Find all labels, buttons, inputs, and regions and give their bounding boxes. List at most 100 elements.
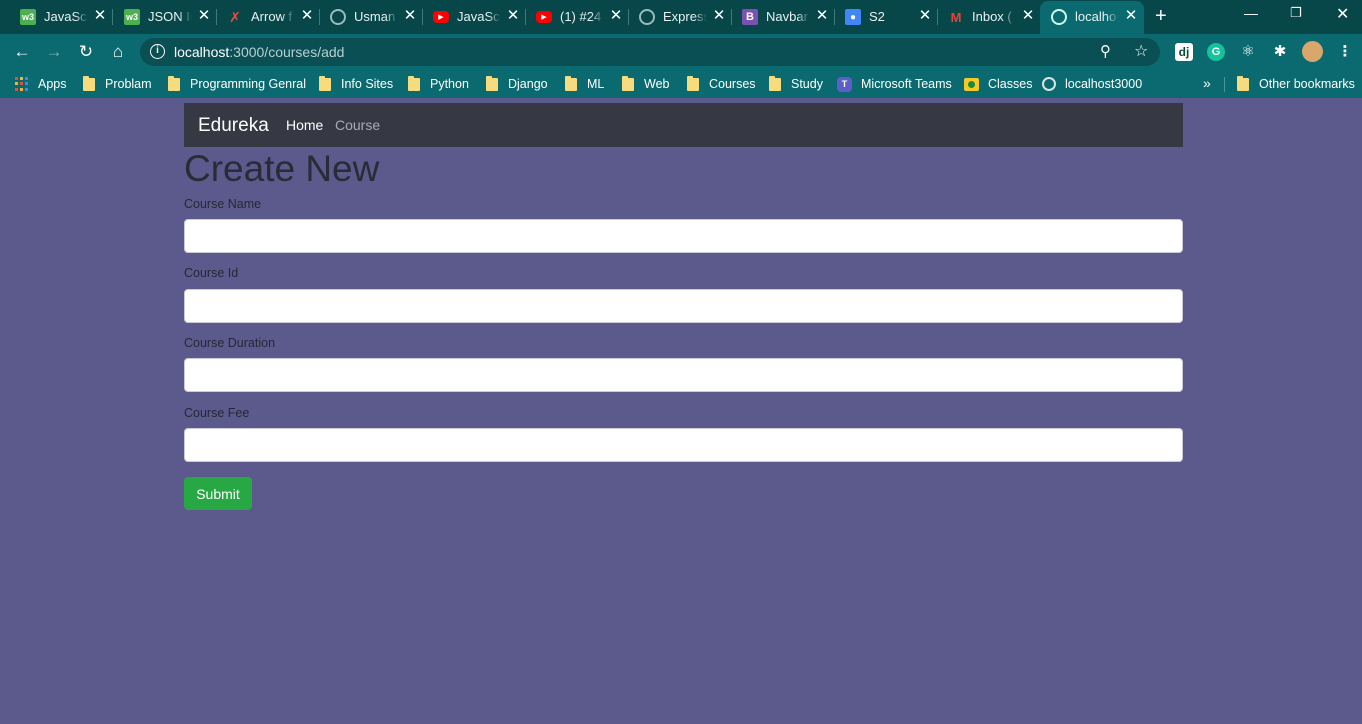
folder-icon [83, 75, 95, 91]
other-bookmarks[interactable]: Other bookmarks [1237, 75, 1355, 92]
bookmark-folder[interactable]: Study [769, 75, 823, 92]
course-name-input[interactable] [184, 219, 1183, 253]
close-tab-icon[interactable]: ✕ [711, 6, 727, 24]
w3schools-icon: w3 [20, 9, 36, 25]
close-tab-icon[interactable]: ✕ [814, 6, 830, 24]
folder-icon [168, 75, 180, 91]
folder-icon [565, 75, 577, 91]
classroom-icon [964, 77, 979, 91]
bookmark-localhost3000[interactable]: localhost3000 [1042, 76, 1142, 92]
browser-tab[interactable]: ✗ Arrow f ✕ [227, 6, 317, 28]
url-text[interactable]: localhost:3000/courses/add [174, 44, 344, 60]
home-icon[interactable]: ⌂ [108, 42, 128, 62]
bookmark-folder[interactable]: Web [622, 75, 669, 92]
navbar-brand[interactable]: Edureka [198, 115, 269, 137]
tab-separator [937, 9, 938, 25]
bookmarks-overflow-icon[interactable]: » [1203, 75, 1211, 91]
page-title: Create New [184, 148, 380, 189]
tab-separator [216, 9, 217, 25]
nav-link-course[interactable]: Course [335, 117, 380, 133]
teams-icon: T [837, 76, 852, 92]
tab-separator [112, 9, 113, 25]
bookmarks-separator [1224, 77, 1225, 92]
browser-tab-strip: w3 JavaScr ✕ w3 JSON Ir ✕ ✗ Arrow f ✕ Us… [0, 0, 1362, 34]
bookmark-folder[interactable]: Programming Genral [168, 75, 306, 92]
folder-icon [1237, 75, 1249, 91]
globe-icon [639, 9, 655, 25]
close-tab-icon[interactable]: ✕ [608, 6, 624, 24]
new-tab-icon[interactable]: + [1155, 6, 1167, 26]
site-info-icon[interactable]: i [150, 44, 165, 59]
close-tab-icon[interactable]: ✕ [1020, 6, 1036, 24]
folder-icon [408, 75, 420, 91]
browser-tab[interactable]: Express ✕ [639, 6, 729, 28]
browser-tab[interactable]: w3 JavaScr ✕ [20, 6, 110, 28]
course-fee-input[interactable] [184, 428, 1183, 462]
submit-button[interactable]: Submit [184, 477, 252, 510]
zoom-icon[interactable]: ⚲ [1100, 42, 1111, 60]
close-tab-icon[interactable]: ✕ [917, 6, 933, 24]
bookmark-folder[interactable]: Python [408, 75, 469, 92]
browser-tab[interactable]: ● S2 ✕ [845, 6, 935, 28]
restore-icon[interactable]: ❐ [1290, 5, 1302, 21]
youtube-icon: ▶ [433, 11, 449, 23]
tab-separator [525, 9, 526, 25]
close-window-icon[interactable]: ✕ [1336, 4, 1349, 24]
browser-tab[interactable]: ▶ (1) #24 ✕ [536, 6, 626, 28]
bookmark-apps[interactable]: Apps [15, 76, 67, 92]
browser-tab[interactable]: B Navbar ✕ [742, 6, 832, 28]
bookmark-microsoft-teams[interactable]: T Microsoft Teams [837, 76, 952, 92]
forward-icon[interactable]: → [44, 42, 64, 62]
bookmark-classes[interactable]: Classes [964, 76, 1032, 92]
course-duration-input[interactable] [184, 358, 1183, 392]
browser-tab[interactable]: ▶ JavaScr ✕ [433, 6, 523, 28]
url-host: localhost [174, 44, 230, 60]
close-tab-icon[interactable]: ✕ [196, 6, 212, 24]
bookmark-folder[interactable]: Problam [83, 75, 152, 92]
close-tab-icon[interactable]: ✕ [1123, 6, 1139, 24]
globe-icon [1042, 77, 1056, 91]
gmail-icon: M [950, 9, 962, 25]
profile-avatar[interactable] [1302, 41, 1323, 62]
folder-icon [622, 75, 634, 91]
browser-tab[interactable]: M Inbox ( ✕ [948, 6, 1038, 28]
grammarly-extension-icon[interactable]: G [1207, 43, 1225, 61]
close-tab-icon[interactable]: ✕ [402, 6, 418, 24]
address-bar[interactable]: i localhost:3000/courses/add ⚲ ☆ [140, 38, 1160, 66]
tab-separator [628, 9, 629, 25]
folder-icon [687, 75, 699, 91]
close-tab-icon[interactable]: ✕ [505, 6, 521, 24]
bookmarks-bar: Apps Problam Programming Genral Info Sit… [0, 70, 1362, 98]
browser-tab[interactable]: w3 JSON Ir ✕ [124, 6, 214, 28]
bookmark-folder[interactable]: Info Sites [319, 75, 393, 92]
close-tab-icon[interactable]: ✕ [299, 6, 315, 24]
arrow-icon: ✗ [229, 8, 241, 25]
course-id-input[interactable] [184, 289, 1183, 323]
contacts-icon: ● [845, 9, 861, 25]
globe-icon [1051, 9, 1067, 25]
browser-toolbar: ← → ↻ ⌂ i localhost:3000/courses/add ⚲ ☆… [0, 34, 1362, 70]
browser-tab-active[interactable]: localho ✕ [1051, 6, 1141, 28]
bookmark-folder[interactable]: Django [486, 75, 548, 92]
browser-tab[interactable]: Usman ✕ [330, 6, 420, 28]
tab-separator [731, 9, 732, 25]
tab-separator [834, 9, 835, 25]
folder-icon [319, 75, 331, 91]
globe-icon [330, 9, 346, 25]
minimize-icon[interactable]: — [1244, 5, 1258, 21]
bookmark-folder[interactable]: Courses [687, 75, 756, 92]
close-tab-icon[interactable]: ✕ [92, 6, 108, 24]
django-extension-icon[interactable]: dj [1175, 43, 1193, 61]
nav-link-home[interactable]: Home [286, 117, 323, 133]
course-id-label: Course Id [184, 266, 239, 280]
extensions-puzzle-icon[interactable]: ✱ [1271, 43, 1289, 61]
reload-icon[interactable]: ↻ [76, 42, 96, 62]
react-devtools-icon[interactable]: ⚛ [1239, 43, 1257, 61]
site-navbar: Edureka Home Course [184, 103, 1183, 147]
bookmark-folder[interactable]: ML [565, 75, 604, 92]
back-icon[interactable]: ← [12, 42, 32, 62]
tab-separator [319, 9, 320, 25]
bookmark-star-icon[interactable]: ☆ [1134, 41, 1148, 61]
browser-menu-icon[interactable]: ⋮ [1336, 43, 1354, 61]
course-duration-label: Course Duration [184, 336, 276, 350]
